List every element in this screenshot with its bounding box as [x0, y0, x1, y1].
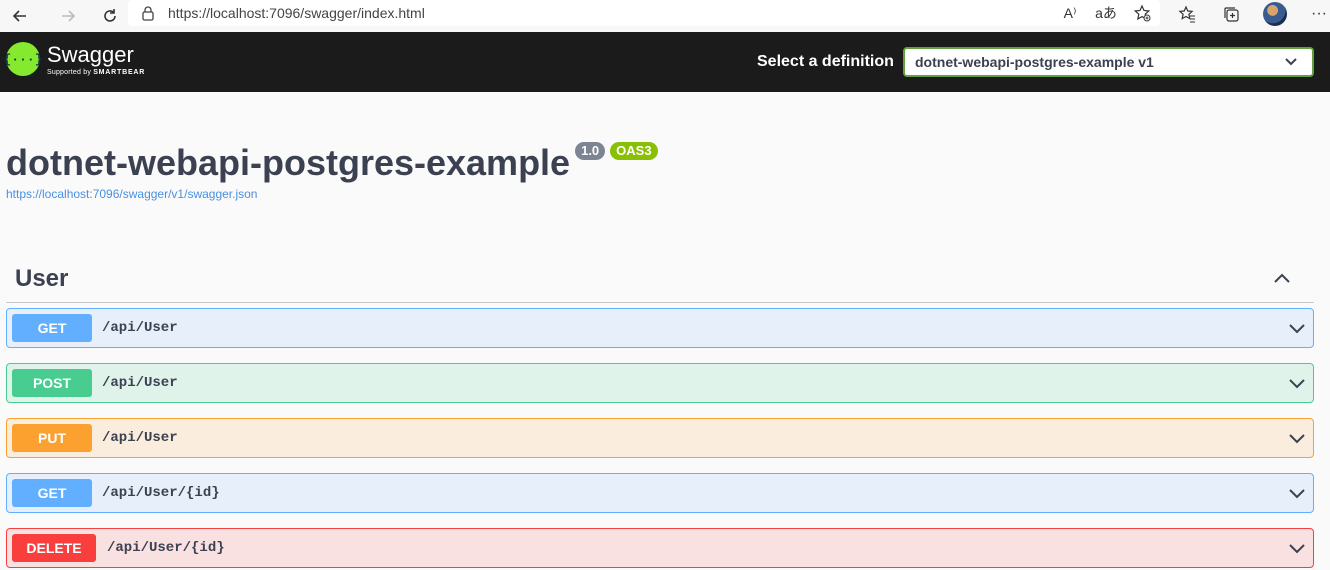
- operation-post-user[interactable]: POST /api/User: [6, 363, 1314, 403]
- swagger-logo-icon: {···}: [4, 42, 43, 76]
- operation-path: /api/User: [102, 375, 178, 391]
- favorite-add-icon[interactable]: [1130, 1, 1154, 25]
- oas-badge: OAS3: [610, 142, 658, 160]
- method-badge: POST: [12, 369, 92, 397]
- logo-title: Swagger: [47, 41, 134, 67]
- translate-icon[interactable]: aあ: [1094, 1, 1118, 25]
- api-info: dotnet-webapi-postgres-example 1.0 OAS3: [6, 141, 658, 185]
- operation-get-users[interactable]: GET /api/User: [6, 308, 1314, 348]
- chevron-down-icon[interactable]: [1287, 539, 1307, 559]
- address-bar[interactable]: https://localhost:7096/swagger/index.htm…: [128, 0, 1160, 26]
- browser-toolbar: https://localhost:7096/swagger/index.htm…: [0, 0, 1330, 32]
- swagger-logo[interactable]: {···} Swagger Supported by SMARTBEAR: [4, 41, 146, 76]
- operation-delete-user[interactable]: DELETE /api/User/{id}: [6, 528, 1314, 568]
- read-aloud-icon[interactable]: A⁾: [1058, 1, 1082, 25]
- chevron-down-icon[interactable]: [1287, 484, 1307, 504]
- operation-path: /api/User: [102, 430, 178, 446]
- lock-icon[interactable]: [128, 5, 168, 21]
- method-badge: PUT: [12, 424, 92, 452]
- collections-icon[interactable]: [1214, 0, 1248, 28]
- tag-name: User: [15, 265, 69, 292]
- more-icon[interactable]: ···: [1302, 0, 1330, 28]
- spec-json-link[interactable]: https://localhost:7096/swagger/v1/swagge…: [6, 187, 257, 201]
- method-badge: GET: [12, 479, 92, 507]
- method-badge: GET: [12, 314, 92, 342]
- tag-header-user[interactable]: User: [6, 256, 1314, 303]
- chevron-down-icon[interactable]: [1287, 374, 1307, 394]
- definition-selected-value: dotnet-webapi-postgres-example v1: [915, 54, 1154, 70]
- definition-label: Select a definition: [757, 53, 894, 70]
- operation-path: /api/User/{id}: [102, 485, 220, 501]
- url-text[interactable]: https://localhost:7096/swagger/index.htm…: [168, 5, 425, 21]
- chevron-down-icon[interactable]: [1287, 429, 1307, 449]
- chevron-down-icon[interactable]: [1287, 319, 1307, 339]
- definition-select[interactable]: dotnet-webapi-postgres-example v1: [903, 47, 1314, 77]
- swagger-topbar: {···} Swagger Supported by SMARTBEAR Sel…: [0, 32, 1330, 92]
- back-icon[interactable]: [0, 0, 40, 32]
- favorites-icon[interactable]: [1170, 0, 1204, 28]
- refresh-icon[interactable]: [90, 0, 130, 32]
- operation-get-user-by-id[interactable]: GET /api/User/{id}: [6, 473, 1314, 513]
- version-badge: 1.0: [575, 142, 606, 160]
- page-title: dotnet-webapi-postgres-example: [6, 142, 571, 183]
- logo-subtitle: Supported by SMARTBEAR: [47, 68, 146, 76]
- forward-icon[interactable]: [48, 0, 88, 32]
- chevron-down-icon: [1285, 58, 1297, 66]
- operation-put-user[interactable]: PUT /api/User: [6, 418, 1314, 458]
- operation-path: /api/User/{id}: [107, 540, 225, 556]
- operation-path: /api/User: [102, 320, 178, 336]
- profile-avatar[interactable]: [1258, 0, 1292, 28]
- method-badge: DELETE: [12, 534, 96, 562]
- chevron-up-icon[interactable]: [1272, 268, 1292, 288]
